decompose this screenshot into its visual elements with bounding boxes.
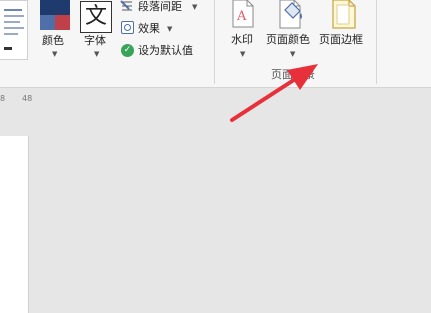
document-page[interactable]: [0, 136, 29, 313]
chevron-down-icon: ▼: [290, 50, 296, 58]
svg-text:A: A: [236, 9, 247, 24]
color-palette-icon: [40, 0, 70, 30]
fonts-icon: 文: [80, 1, 112, 33]
chevron-down-icon: ▼: [94, 50, 100, 58]
chevron-down-icon: ▼: [52, 50, 58, 58]
ruler-tick-label: 8: [0, 94, 6, 103]
horizontal-ruler: 8 48: [0, 92, 431, 106]
ribbon: 颜色 ▼ 文 字体 ▼ 段落间距 ▼ 效果 ▼ ✓ 设为默认值 A 水印 ▼ 页…: [0, 0, 431, 88]
effects-label: 效果: [138, 22, 160, 35]
paragraph-spacing-label: 段落间距: [138, 0, 182, 13]
watermark-label: 水印: [231, 33, 253, 46]
checkmark-icon: ✓: [121, 44, 134, 57]
group-separator: [214, 0, 215, 84]
chevron-down-icon: ▼: [167, 25, 173, 33]
colors-label: 颜色: [42, 34, 64, 47]
document-canvas: [30, 106, 431, 313]
theme-thumbnail[interactable]: [0, 0, 28, 60]
page-border-icon: [332, 0, 356, 29]
group-separator: [376, 0, 377, 84]
ruler-tick-label: 48: [22, 94, 33, 103]
page-background-group-label: 页面背景: [271, 68, 315, 81]
effects-icon: [121, 21, 134, 34]
paragraph-spacing-icon: [120, 0, 132, 11]
page-borders-label: 页面边框: [319, 33, 363, 46]
page-color-label: 页面颜色: [266, 33, 310, 46]
fonts-label: 字体: [84, 34, 106, 47]
watermark-icon: A: [232, 0, 254, 28]
chevron-down-icon: ▼: [192, 3, 198, 11]
set-as-default-label: 设为默认值: [138, 44, 193, 57]
paint-bucket-icon: [279, 0, 302, 29]
chevron-down-icon: ▼: [240, 50, 246, 58]
